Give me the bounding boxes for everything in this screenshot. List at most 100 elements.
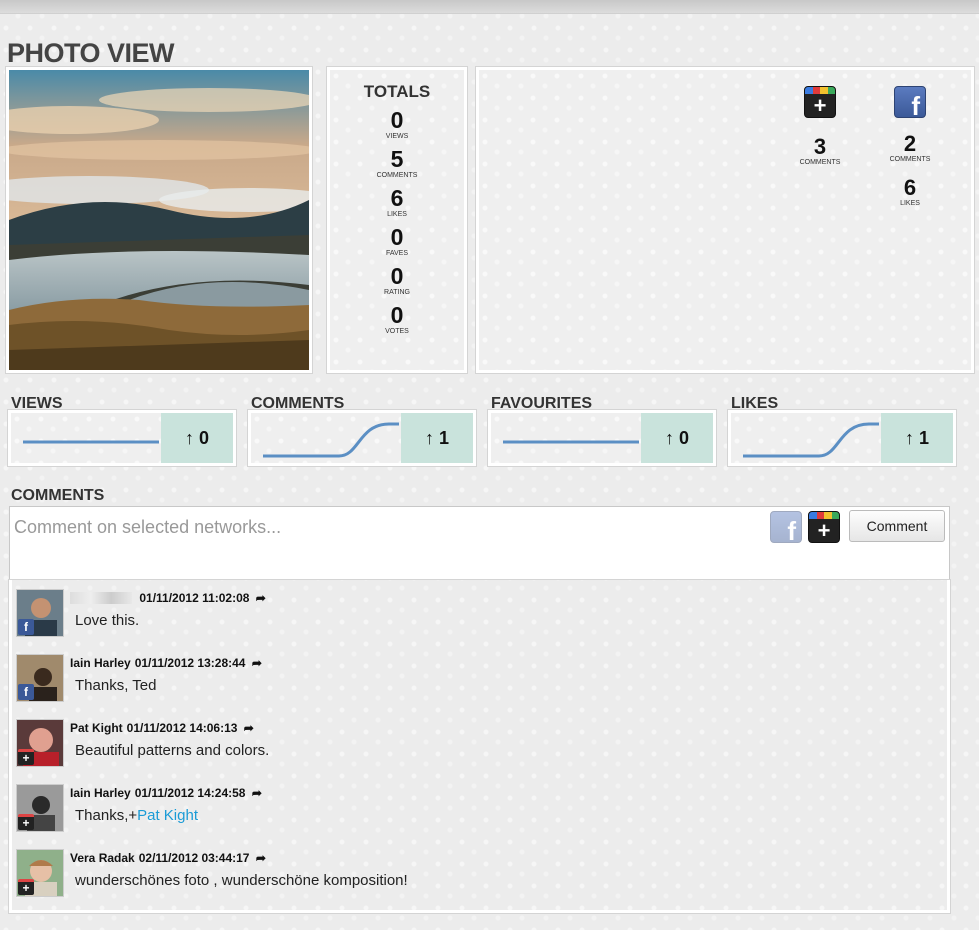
comment-author[interactable]: Iain Harley [70, 786, 131, 800]
views-metric-card[interactable]: ↑ 0 [8, 410, 236, 466]
comment-header: Iain Harley 01/11/2012 14:24:58 ➦ [70, 786, 262, 800]
network-breakdown-panel: + 3 COMMENTS f 2 COMMENTS 6 LIKES [476, 67, 974, 373]
stat-label: COMMENTS [376, 172, 418, 179]
up-arrow-icon: ↑ [904, 428, 914, 448]
up-arrow-icon: ↑ [184, 428, 194, 448]
landscape-photo [9, 70, 309, 370]
totals-title: TOTALS [363, 82, 431, 101]
avatar[interactable]: f [16, 589, 64, 637]
share-arrow-icon[interactable]: ➦ [252, 656, 262, 670]
comment-text: wunderschönes foto , wunderschöne kompos… [75, 872, 408, 889]
facebook-comments: 2 COMMENTS [875, 132, 945, 164]
photo[interactable] [6, 67, 312, 373]
list-item: f 01/11/2012 11:02:08 ➦ Love this. [16, 589, 916, 639]
comment-body: Thanks, Ted [75, 677, 157, 694]
share-arrow-icon[interactable]: ➦ [252, 786, 262, 800]
share-arrow-icon[interactable]: ➦ [256, 851, 266, 865]
comment-composer: f + Comment [9, 506, 950, 580]
delta-value: 0 [199, 428, 210, 448]
comment-header: 01/11/2012 11:02:08 ➦ [70, 591, 266, 605]
comment-button[interactable]: Comment [849, 510, 945, 542]
stat-label: FAVES [385, 250, 409, 257]
blurred-name [70, 592, 132, 604]
totals-panel: TOTALS 0 VIEWS 5 COMMENTS 6 LIKES 0 FAVE… [327, 67, 467, 373]
comment-text: Thanks,+Pat Kight [75, 807, 198, 824]
google-plus-column: + 3 COMMENTS [785, 86, 855, 167]
total-views: 0 VIEWS [330, 109, 464, 141]
google-plus-badge-icon: + [18, 814, 34, 830]
stat-label: LIKES [387, 211, 407, 218]
mention-link[interactable]: Pat Kight [137, 807, 198, 824]
likes-delta: ↑ 1 [881, 413, 953, 463]
stat-value: 5 [390, 146, 404, 172]
avatar[interactable]: + [16, 784, 64, 832]
comment-body: wunderschönes foto , wunderschöne kompos… [75, 872, 408, 889]
comment-author[interactable]: Pat Kight [70, 721, 123, 735]
comments-delta: ↑ 1 [401, 413, 473, 463]
comment-input[interactable] [14, 513, 754, 541]
stat-value: 0 [390, 107, 404, 133]
stat-label: VOTES [385, 328, 409, 335]
comment-date: 02/11/2012 03:44:17 [138, 851, 250, 865]
comment-text: Love this. [75, 612, 139, 629]
comment-author[interactable]: Vera Radak [70, 851, 135, 865]
list-item: f Iain Harley 01/11/2012 13:28:44 ➦ Thank… [16, 654, 916, 704]
google-plus-icon[interactable]: + [804, 86, 836, 118]
delta-value: 1 [439, 428, 450, 448]
comment-date: 01/11/2012 13:28:44 [134, 656, 246, 670]
comments-metric-card[interactable]: ↑ 1 [248, 410, 476, 466]
comment-text: Beautiful patterns and colors. [75, 742, 269, 759]
delta-value: 0 [679, 428, 690, 448]
stat-value: 6 [390, 185, 404, 211]
stat-label: LIKES [900, 200, 920, 207]
stat-value: 0 [390, 263, 404, 289]
facebook-toggle-icon[interactable]: f [770, 511, 802, 546]
favourites-sparkline [503, 440, 639, 444]
comment-date: 01/11/2012 14:06:13 [126, 721, 238, 735]
likes-sparkline [743, 422, 879, 458]
total-comments: 5 COMMENTS [330, 148, 464, 180]
comment-header: Pat Kight 01/11/2012 14:06:13 ➦ [70, 721, 254, 735]
share-arrow-icon[interactable]: ➦ [256, 591, 266, 605]
favourites-metric-card[interactable]: ↑ 0 [488, 410, 716, 466]
stat-value: 6 [903, 175, 917, 200]
likes-metric-card[interactable]: ↑ 1 [728, 410, 956, 466]
facebook-icon[interactable]: f [894, 86, 926, 121]
facebook-badge-icon: f [18, 684, 34, 700]
total-likes: 6 LIKES [330, 187, 464, 219]
google-plus-comments: 3 COMMENTS [785, 135, 855, 167]
comments-section-label: COMMENTS [11, 487, 105, 504]
avatar[interactable]: + [16, 849, 64, 897]
facebook-badge-icon: f [18, 619, 34, 635]
comment-body: Beautiful patterns and colors. [75, 742, 270, 759]
views-sparkline [23, 440, 159, 444]
avatar[interactable]: + [16, 719, 64, 767]
list-item: + Pat Kight 01/11/2012 14:06:13 ➦ Beautif… [16, 719, 916, 769]
google-plus-toggle-icon[interactable]: + [808, 511, 840, 543]
avatar[interactable]: f [16, 654, 64, 702]
comment-text: Thanks, Ted [75, 677, 156, 694]
total-faves: 0 FAVES [330, 226, 464, 258]
comments-sparkline [263, 422, 399, 458]
stat-value: 0 [390, 302, 404, 328]
comment-body: Love this. [75, 612, 140, 629]
google-plus-badge-icon: + [18, 879, 34, 895]
total-votes: 0 VOTES [330, 304, 464, 336]
google-plus-badge-icon: + [18, 749, 34, 765]
list-item: + Iain Harley 01/11/2012 14:24:58 ➦ Thank… [16, 784, 916, 834]
comment-body: Thanks,+ [75, 807, 138, 824]
comment-author[interactable]: Iain Harley [70, 656, 131, 670]
stat-label: RATING [384, 289, 410, 296]
page-title: PHOTO VIEW [7, 38, 175, 68]
stat-value: 2 [903, 131, 917, 156]
share-arrow-icon[interactable]: ➦ [244, 721, 254, 735]
favourites-delta: ↑ 0 [641, 413, 713, 463]
stat-label: COMMENTS [799, 159, 841, 166]
stat-label: COMMENTS [889, 156, 931, 163]
comment-header: Vera Radak 02/11/2012 03:44:17 ➦ [70, 851, 266, 865]
stat-value: 3 [813, 134, 827, 159]
stat-value: 0 [390, 224, 404, 250]
comment-date: 01/11/2012 11:02:08 [139, 591, 250, 605]
up-arrow-icon: ↑ [424, 428, 434, 448]
comments-list: f 01/11/2012 11:02:08 ➦ Love this. f Iai… [9, 580, 950, 913]
